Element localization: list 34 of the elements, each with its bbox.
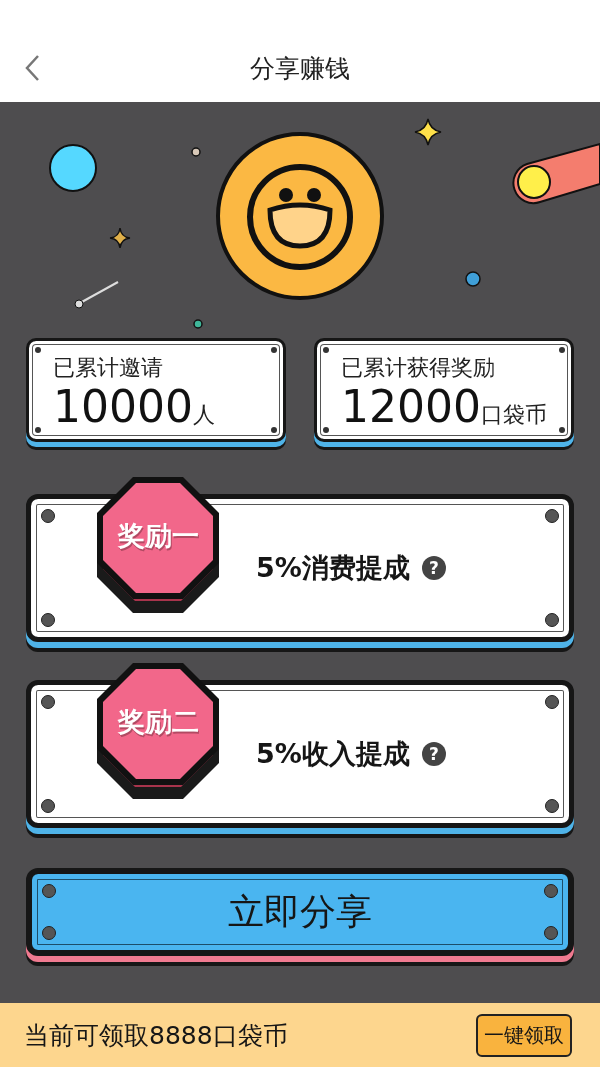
screw-icon <box>323 347 329 353</box>
screw-icon <box>544 926 558 940</box>
claimable-text: 当前可领取8888口袋币 <box>24 1019 288 1052</box>
screw-icon <box>41 509 55 523</box>
screw-icon <box>545 799 559 813</box>
screw-icon <box>545 509 559 523</box>
screw-icon <box>41 613 55 627</box>
screw-icon <box>545 695 559 709</box>
screw-icon <box>42 926 56 940</box>
stat-label: 已累计邀请 <box>53 354 164 382</box>
claim-button[interactable]: 一键领取 <box>476 1013 572 1057</box>
page-title: 分享赚钱 <box>250 52 350 85</box>
screw-icon <box>35 347 41 353</box>
screw-icon <box>323 427 329 433</box>
screw-icon <box>42 884 56 898</box>
screw-icon <box>35 427 41 433</box>
stat-unit: 人 <box>193 401 215 429</box>
stat-value: 10000 <box>53 383 193 432</box>
stat-unit: 口袋币 <box>481 401 547 429</box>
screw-icon <box>545 613 559 627</box>
help-icon[interactable]: ? <box>421 556 446 580</box>
stat-value: 12000 <box>341 383 481 432</box>
screw-icon <box>559 347 565 353</box>
screw-icon <box>559 427 565 433</box>
stat-label: 已累计获得奖励 <box>341 354 496 382</box>
screw-icon <box>41 799 55 813</box>
back-icon[interactable] <box>24 54 40 82</box>
help-icon[interactable]: ? <box>421 742 446 766</box>
screw-icon <box>271 427 277 433</box>
reward-description: 5%收入提成 <box>256 737 410 771</box>
screw-icon <box>41 695 55 709</box>
screw-icon <box>544 884 558 898</box>
reward-description: 5%消费提成 <box>256 551 410 585</box>
screw-icon <box>271 347 277 353</box>
